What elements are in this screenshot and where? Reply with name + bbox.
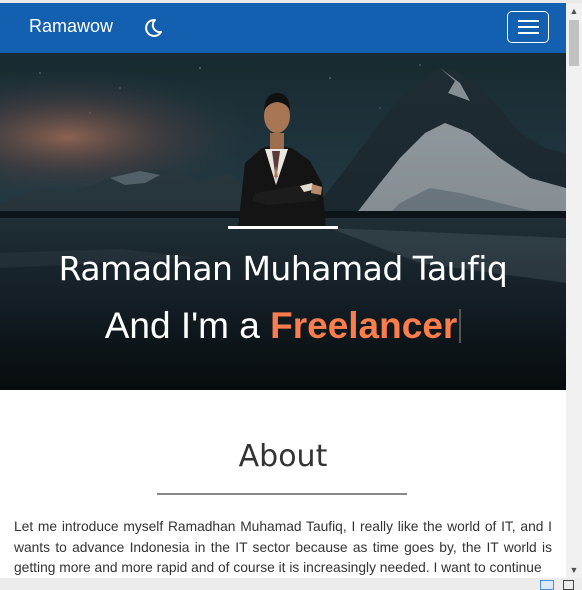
hamburger-menu-icon[interactable] <box>507 11 549 43</box>
navbar: Ramawow <box>0 3 566 53</box>
bottom-status-strip <box>0 578 582 590</box>
layout-view-icon[interactable] <box>540 580 554 590</box>
vertical-scrollbar[interactable]: ▲ ▼ <box>566 3 582 578</box>
hero-role-prefix: And I'm a <box>104 305 271 346</box>
about-text: Let me introduce myself Ramadhan Muhamad… <box>14 519 552 575</box>
hero-section: Ramadhan Muhamad Taufiq And I'm a Freela… <box>0 53 566 390</box>
brand-link[interactable]: Ramawow <box>29 16 113 37</box>
window-icon[interactable] <box>563 580 574 590</box>
scroll-down-arrow-icon[interactable]: ▼ <box>566 562 582 578</box>
hero-name: Ramadhan Muhamad Taufiq <box>58 249 508 288</box>
scroll-up-arrow-icon[interactable]: ▲ <box>566 3 582 19</box>
scrollbar-thumb[interactable] <box>569 20 579 66</box>
about-title: About <box>238 439 328 474</box>
hero-role: And I'm a Freelancer <box>0 305 566 347</box>
about-divider <box>157 493 407 495</box>
page: Ramawow Ramadhan Muhamad Taufiq And I'm … <box>0 3 566 578</box>
browser-viewport: Ramawow Ramadhan Muhamad Taufiq And I'm … <box>0 0 582 590</box>
hero-divider <box>228 226 338 229</box>
moon-icon[interactable] <box>142 17 164 39</box>
hero-role-highlight: Freelancer <box>270 305 458 346</box>
typing-cursor <box>459 309 462 343</box>
